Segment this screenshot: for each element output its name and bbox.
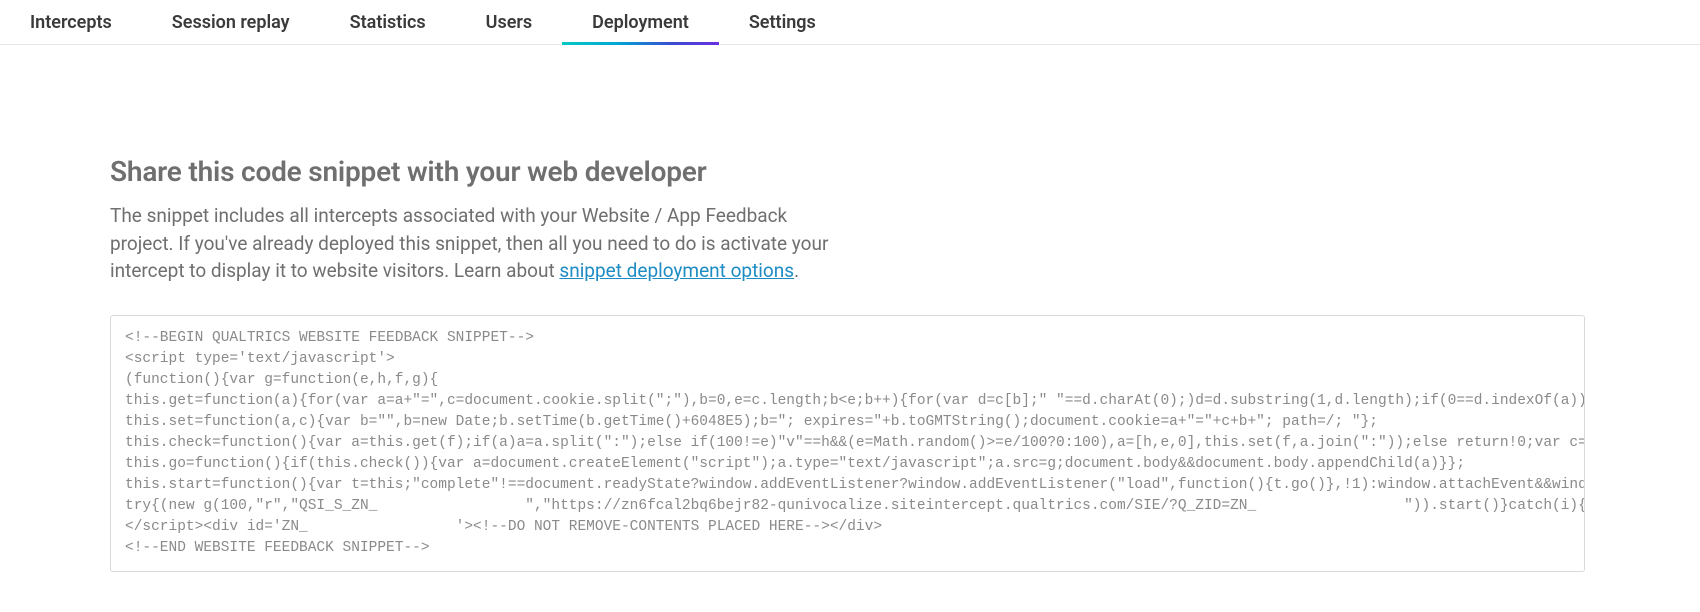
deployment-content: Share this code snippet with your web de… xyxy=(0,45,1600,612)
snippet-line: <script type='text/javascript'> xyxy=(125,349,1570,370)
snippet-line: this.go=function(){if(this.check()){var … xyxy=(125,454,1570,475)
description-text-post: . xyxy=(794,259,799,282)
page-title: Share this code snippet with your web de… xyxy=(110,155,1490,188)
snippet-line: <!--END WEBSITE FEEDBACK SNIPPET--> xyxy=(125,538,1570,559)
tab-label: Deployment xyxy=(592,12,689,33)
snippet-line: <!--BEGIN QUALTRICS WEBSITE FEEDBACK SNI… xyxy=(125,328,1570,349)
snippet-line: </script><div id='ZN_ '><!--DO NOT REMOV… xyxy=(125,517,1570,538)
page-description: The snippet includes all intercepts asso… xyxy=(110,202,830,285)
snippet-line: this.get=function(a){for(var a=a+"=",c=d… xyxy=(125,391,1570,412)
tab-statistics[interactable]: Statistics xyxy=(320,0,456,44)
snippet-options-link[interactable]: snippet deployment options xyxy=(559,259,794,282)
tab-users[interactable]: Users xyxy=(456,0,563,44)
snippet-line: this.check=function(){var a=this.get(f);… xyxy=(125,433,1570,454)
tab-label: Settings xyxy=(749,12,816,33)
snippet-line: this.set=function(a,c){var b="",b=new Da… xyxy=(125,412,1570,433)
tab-label: Users xyxy=(486,12,533,33)
tab-label: Intercepts xyxy=(30,12,112,33)
tab-label: Statistics xyxy=(350,12,426,33)
snippet-line: try{(new g(100,"r","QSI_S_ZN_ ","https:/… xyxy=(125,496,1570,517)
tab-intercepts[interactable]: Intercepts xyxy=(0,0,142,44)
tab-label: Session replay xyxy=(172,12,290,33)
tab-settings[interactable]: Settings xyxy=(719,0,846,44)
tab-session-replay[interactable]: Session replay xyxy=(142,0,320,44)
snippet-line: this.start=function(){var t=this;"comple… xyxy=(125,475,1570,496)
code-snippet-box[interactable]: <!--BEGIN QUALTRICS WEBSITE FEEDBACK SNI… xyxy=(110,315,1585,572)
tabs-nav: Intercepts Session replay Statistics Use… xyxy=(0,0,1700,45)
snippet-line: (function(){var g=function(e,h,f,g){ xyxy=(125,370,1570,391)
tab-deployment[interactable]: Deployment xyxy=(562,0,719,44)
